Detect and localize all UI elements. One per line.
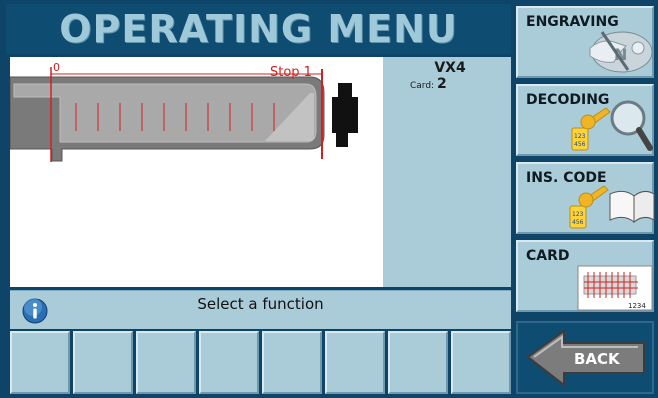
card-label: Card: [410, 81, 435, 91]
decoding-label: DECODING [526, 92, 610, 108]
softkey-4[interactable] [199, 331, 259, 394]
ins-code-button[interactable]: 123 456 INS. CODE [516, 162, 655, 234]
title-bar: OPERATING MENU [6, 4, 511, 54]
card-button[interactable]: 1234 CARD [516, 240, 654, 312]
svg-text:123: 123 [574, 133, 586, 140]
card-indicator: Card: 2 [410, 76, 447, 92]
info-panel [383, 57, 511, 287]
stop-block [332, 83, 358, 147]
card-number: 2 [436, 76, 447, 92]
ins-code-label: INS. CODE [526, 170, 607, 186]
softkey-2[interactable] [73, 331, 133, 394]
svg-text:456: 456 [572, 219, 584, 226]
status-message: Select a function [197, 295, 324, 313]
decoding-button[interactable]: 123 456 DECODING [516, 84, 654, 156]
softkey-8[interactable] [451, 331, 511, 394]
svg-text:456: 456 [574, 141, 586, 148]
svg-text:123: 123 [572, 211, 584, 218]
softkey-1[interactable] [10, 331, 70, 394]
stop-label: Stop 1 [270, 65, 312, 80]
page-title: OPERATING MENU [59, 7, 458, 51]
back-button[interactable]: BACK [516, 321, 654, 394]
softkey-6[interactable] [325, 331, 385, 394]
softkey-3[interactable] [136, 331, 196, 394]
card-code: 1234 [628, 302, 646, 310]
zero-label: 0 [53, 61, 60, 74]
softkey-5[interactable] [262, 331, 322, 394]
card-label-btn: CARD [526, 248, 570, 264]
status-bar: Select a function [10, 290, 511, 329]
model-label: VX4 [434, 60, 466, 76]
app-window: OPERATING MENU 0 Stop 1 VX4 Card: 2 Sele… [0, 0, 658, 398]
softkey-row [10, 331, 511, 394]
key-diagram: 0 Stop 1 [10, 61, 358, 162]
back-label: BACK [574, 350, 620, 368]
engraving-label: ENGRAVING [526, 14, 619, 30]
softkey-7[interactable] [388, 331, 448, 394]
engraving-button[interactable]: N ENGRAVING [516, 6, 654, 78]
